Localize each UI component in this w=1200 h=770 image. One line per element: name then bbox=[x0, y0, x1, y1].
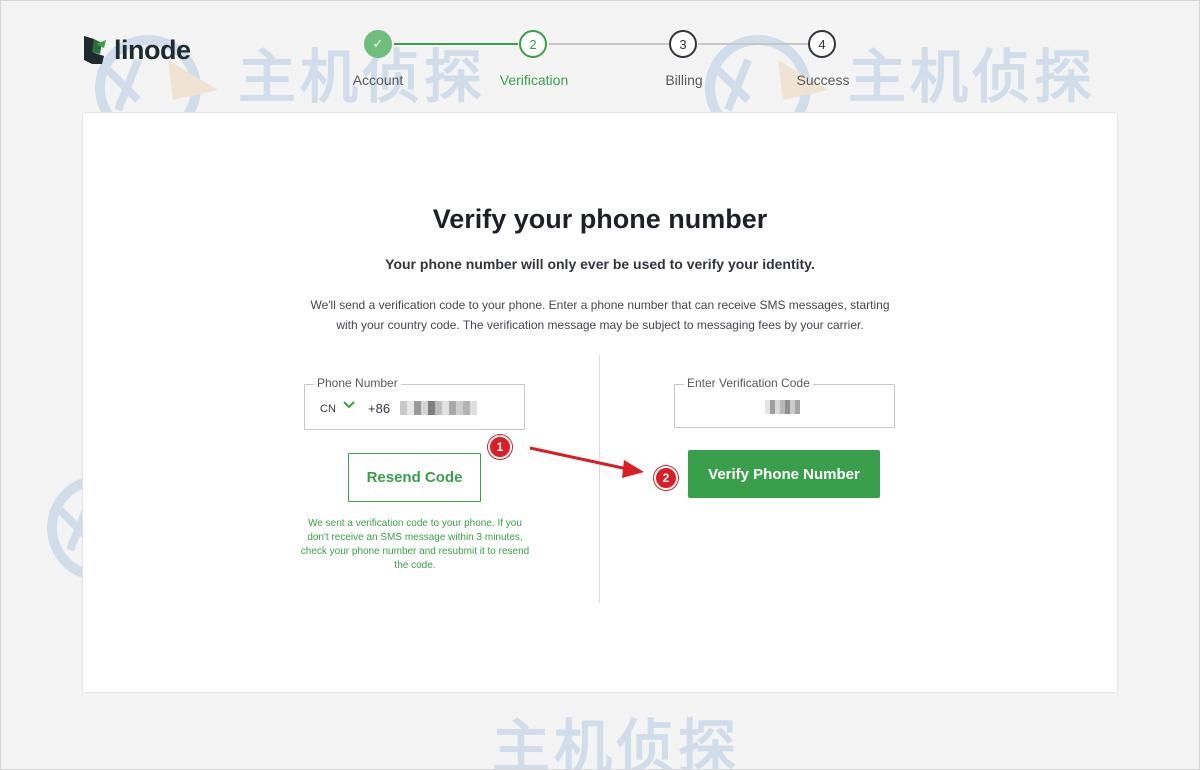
step-connector bbox=[394, 43, 518, 45]
page-title: Verify your phone number bbox=[432, 204, 768, 234]
step-connector bbox=[549, 43, 669, 45]
verification-card bbox=[82, 112, 1118, 693]
annotation-badge-1: 1 bbox=[488, 435, 512, 459]
page-description: We'll send a verification code to your p… bbox=[310, 298, 890, 332]
resend-code-button[interactable]: Resend Code bbox=[348, 453, 481, 502]
chevron-down-icon[interactable] bbox=[343, 401, 355, 409]
phone-number-input[interactable] bbox=[400, 401, 477, 415]
verification-code-field[interactable]: Enter Verification Code bbox=[674, 376, 895, 428]
step-4-label: Success bbox=[796, 72, 850, 88]
step-3-circle: 3 bbox=[669, 30, 697, 58]
page-subtitle: Your phone number will only ever be used… bbox=[385, 256, 815, 272]
step-connector bbox=[698, 43, 808, 45]
step-1-circle: ✓ bbox=[364, 30, 392, 58]
annotation-badge-2: 2 bbox=[654, 466, 678, 490]
step-2-label: Verification bbox=[499, 72, 569, 88]
step-1-label: Account bbox=[352, 72, 404, 88]
verify-phone-number-button[interactable]: Verify Phone Number bbox=[688, 450, 880, 498]
step-4-circle: 4 bbox=[808, 30, 836, 58]
signup-stepper: ✓ 2 3 4 Account Verification Billing Suc… bbox=[0, 0, 1200, 100]
phone-number-field[interactable]: Phone Number CN +86 bbox=[304, 376, 525, 430]
phone-number-label: Phone Number bbox=[314, 376, 401, 390]
resend-help-text: We sent a verification code to your phon… bbox=[300, 518, 530, 571]
dial-code: +86 bbox=[368, 401, 391, 416]
check-icon: ✓ bbox=[372, 36, 384, 51]
verification-code-label: Enter Verification Code bbox=[684, 376, 813, 390]
step-3-label: Billing bbox=[665, 72, 703, 88]
watermark-text: 主机侦探 bbox=[492, 713, 741, 770]
verification-code-input[interactable] bbox=[765, 400, 800, 414]
country-code-select[interactable]: CN bbox=[320, 403, 336, 415]
annotation-arrow-icon bbox=[529, 446, 644, 478]
step-2-circle: 2 bbox=[519, 30, 547, 58]
